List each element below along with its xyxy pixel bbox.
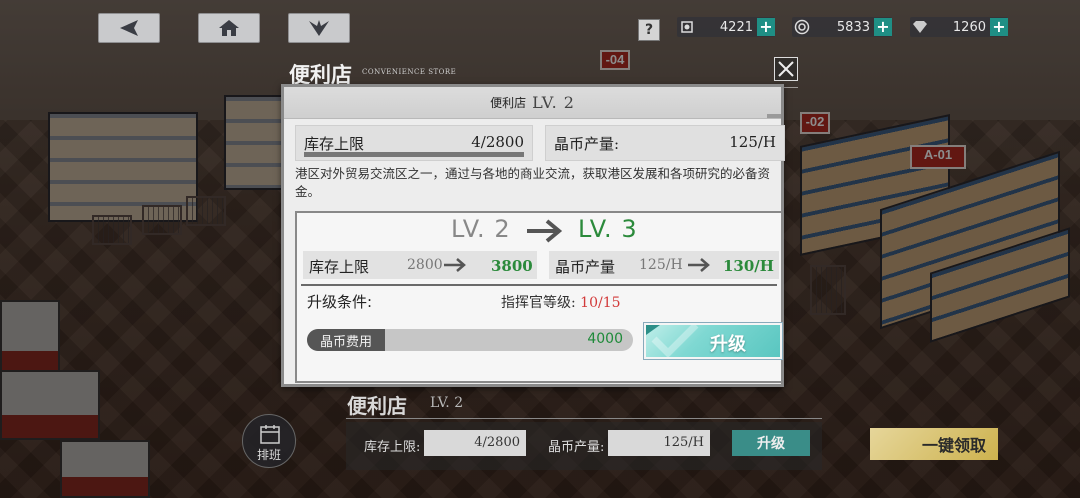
level-from: LV. 2	[451, 215, 511, 243]
gem-value: 1260	[952, 19, 986, 35]
resource-commander: 4221 +	[677, 17, 775, 37]
small-arrow-icon	[444, 258, 466, 272]
storage-progress-fill	[304, 152, 524, 157]
add-gem-button[interactable]: +	[990, 18, 1008, 36]
claim-all-label: 一键领取	[921, 436, 986, 455]
storage-progress-bar	[304, 152, 524, 157]
condition-requirement: 指挥官等级:	[501, 295, 576, 311]
schedule-button[interactable]: 排班	[242, 414, 296, 468]
scroll-indicator	[767, 114, 781, 118]
cost-label: 晶币费用	[307, 329, 385, 351]
small-arrow-icon	[688, 258, 710, 272]
bottom-storage-value: 4/2800	[424, 430, 526, 456]
level-to: LV. 3	[578, 215, 638, 243]
storage-label: 库存上限	[304, 135, 365, 153]
home-button[interactable]	[198, 13, 260, 43]
upgrade-label: 升级	[710, 334, 746, 355]
bottom-production-label: 晶币产量:	[548, 440, 605, 455]
level-change-row: LV. 2 LV. 3	[297, 213, 781, 251]
production-compare: 晶币产量 125/H 130/H	[549, 251, 779, 279]
building-description: 港区对外贸易交流区之一，通过与各地的商业交流，获取港区发展和各项研究的必备资金。	[295, 166, 771, 199]
right-arrow-icon	[527, 219, 563, 243]
commander-icon	[677, 17, 697, 37]
divider	[301, 284, 777, 286]
storage-compare: 库存上限 2800 3800	[303, 251, 537, 279]
production-stat: 晶币产量: 125/H	[545, 125, 785, 161]
bottom-building-title: 便利店	[347, 394, 407, 418]
fleet-emblem-icon	[309, 20, 329, 36]
claim-all-button[interactable]: 一键领取	[870, 428, 998, 460]
cost-value: 4000	[587, 331, 623, 347]
storage-to: 3800	[491, 257, 533, 275]
upgrade-condition: 指挥官等级: 10/15	[501, 292, 621, 312]
close-icon	[778, 61, 794, 77]
resource-gem: 1260 +	[910, 17, 1008, 37]
cost-bar: 晶币费用 4000	[307, 329, 633, 351]
production-value: 125/H	[729, 133, 776, 151]
schedule-label: 排班	[256, 448, 281, 462]
storage-value: 4/2800	[471, 133, 524, 151]
production-label: 晶币产量:	[554, 135, 620, 153]
help-label: ?	[644, 22, 654, 38]
bottom-building-level: LV. 2	[430, 395, 464, 411]
storage-from: 2800	[407, 257, 443, 273]
add-coin-button[interactable]: +	[874, 18, 892, 36]
storage-stat: 库存上限 4/2800	[295, 125, 533, 161]
gem-icon	[910, 17, 930, 37]
upgrade-button[interactable]: 升级	[644, 323, 782, 359]
production-compare-label: 晶币产量	[555, 258, 616, 276]
add-commander-button[interactable]: +	[757, 18, 775, 36]
upgrade-panel: LV. 2 LV. 3 库存上限 2800 3800 晶币产量 125/H 13…	[295, 211, 783, 383]
resource-coin: 5833 +	[792, 17, 892, 37]
dialog-name-strip: 便利店 LV. 2	[284, 87, 781, 119]
building-info-dialog: 便利店 LV. 2 库存上限 4/2800 晶币产量: 125/H 港区对外贸易…	[281, 84, 785, 387]
dialog-subtitle: CONVENIENCE STORE	[362, 68, 457, 76]
production-from: 125/H	[639, 257, 683, 273]
production-to: 130/H	[723, 257, 774, 275]
bottom-upgrade-button[interactable]: 升级	[732, 430, 810, 456]
coin-value: 5833	[836, 19, 870, 35]
close-button[interactable]	[774, 57, 798, 81]
commander-value: 4221	[719, 19, 753, 35]
bottom-storage-label: 库存上限:	[364, 440, 421, 455]
back-arrow-icon	[120, 20, 138, 36]
home-icon	[219, 20, 239, 36]
storage-compare-label: 库存上限	[309, 258, 370, 276]
building-name: 便利店	[490, 96, 527, 110]
help-button[interactable]: ?	[638, 19, 660, 41]
bottom-production-value: 125/H	[608, 430, 710, 456]
divider	[346, 418, 822, 419]
building-level: LV. 2	[532, 93, 575, 112]
coin-icon	[792, 17, 812, 37]
upgrade-condition-label: 升级条件:	[307, 293, 373, 311]
menu-button[interactable]	[288, 13, 350, 43]
calendar-icon	[260, 425, 280, 444]
back-button[interactable]	[98, 13, 160, 43]
condition-value: 10/15	[580, 295, 621, 311]
